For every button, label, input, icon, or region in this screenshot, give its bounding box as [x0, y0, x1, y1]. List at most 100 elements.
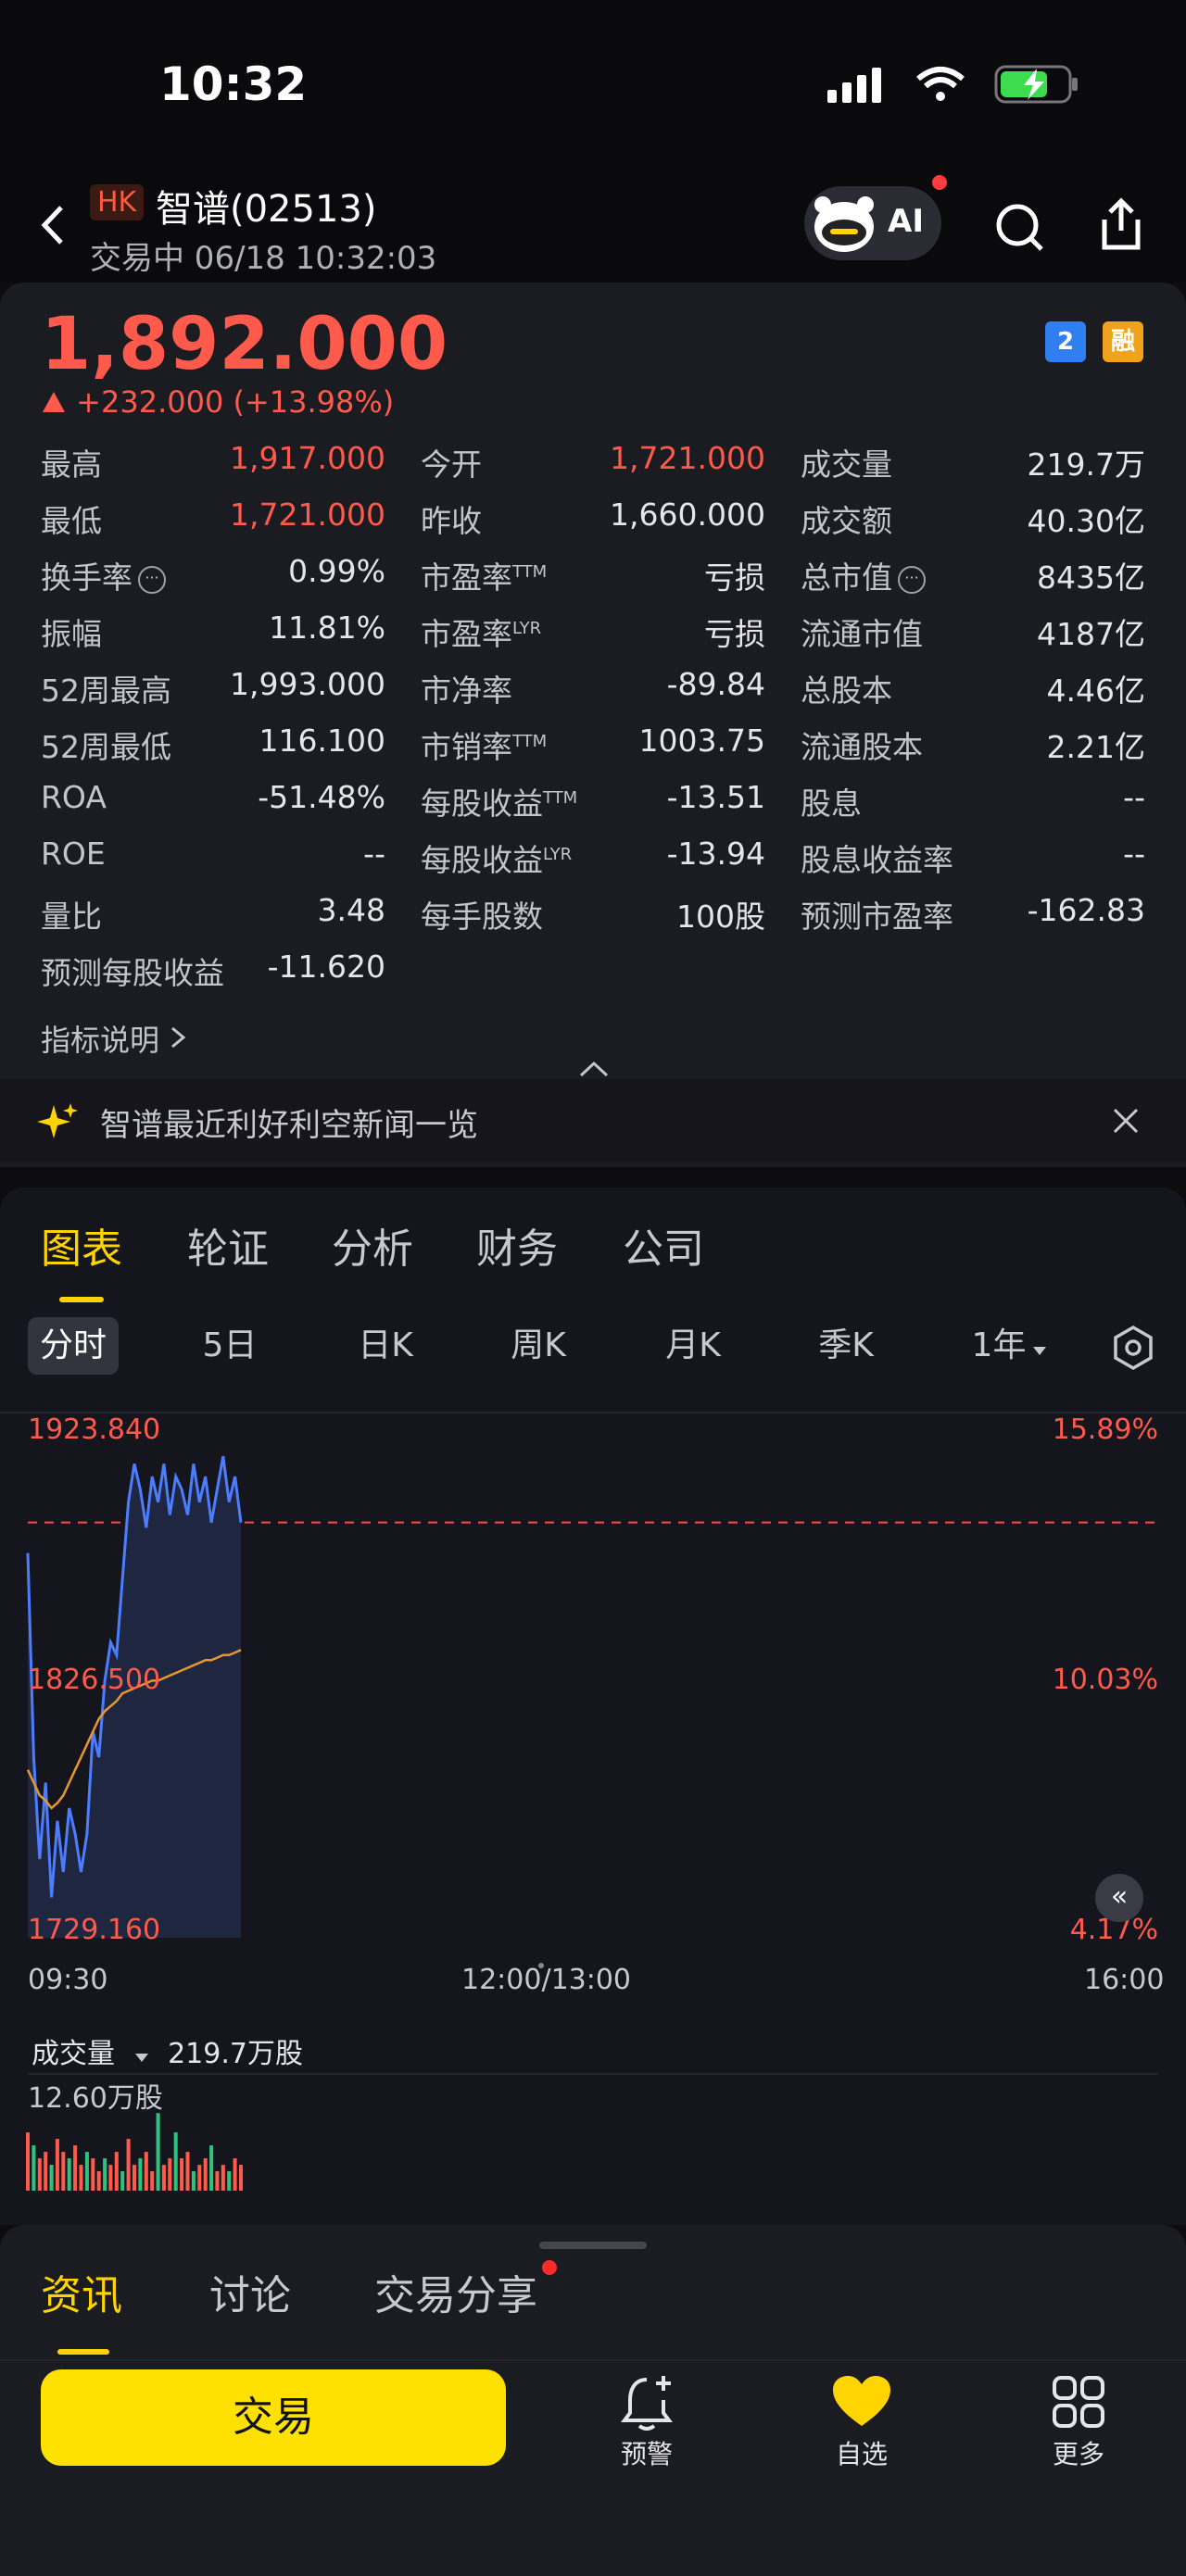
volume-bar: [185, 2152, 190, 2191]
ai-assistant-button[interactable]: AI: [804, 175, 947, 260]
news-banner[interactable]: 智谱最近利好利空新闻一览: [0, 1079, 1186, 1162]
ktab-weekly[interactable]: 周K: [494, 1317, 583, 1375]
volume-bar: [120, 2171, 125, 2191]
stock-name: 智谱(02513): [156, 188, 377, 231]
stat-label: 预测每股收益: [41, 955, 224, 991]
stat-suffix: LYR: [543, 845, 573, 864]
search-icon[interactable]: [993, 201, 1045, 253]
intraday-chart[interactable]: [0, 1412, 1186, 2042]
stat-value: 8435亿: [1037, 559, 1145, 596]
volume-bar: [32, 2145, 36, 2191]
volume-bar: [49, 2165, 54, 2191]
ktab-1year[interactable]: 1年: [964, 1317, 1056, 1375]
ktab-monthly[interactable]: 月K: [649, 1317, 738, 1375]
stats-grid: 最高 1,917.000 今开 1,721.000 成交量 219.7万 最低 1,721.0…: [41, 440, 1145, 1005]
stat-label: 每股收益LYR: [421, 842, 573, 878]
collapse-chart-button[interactable]: «: [1095, 1874, 1143, 1922]
volume-bar: [215, 2171, 220, 2191]
heart-icon: [833, 2376, 890, 2426]
stat-value: -51.48%: [258, 779, 385, 815]
tab-chart[interactable]: 图表: [41, 1215, 122, 1275]
lightning-badge[interactable]: 2: [1045, 321, 1086, 362]
dropdown-icon: [134, 2054, 148, 2062]
ktab-5day[interactable]: 5日: [185, 1317, 274, 1375]
stat-label: 振幅: [41, 616, 102, 652]
stat-value: 1,917.000: [230, 440, 385, 476]
tab-discussion[interactable]: 讨论: [209, 2262, 291, 2321]
settings-icon[interactable]: [1110, 1325, 1156, 1371]
stat-value: 1,660.000: [610, 496, 765, 533]
stats-row: ROE -- 每股收益LYR -13.94 股息收益率 --: [41, 836, 1145, 892]
stat-value: 4.46亿: [1046, 672, 1145, 709]
volume-bar: [197, 2165, 202, 2191]
stat-label: 成交额: [801, 503, 892, 539]
stat-value: 1,993.000: [230, 666, 385, 702]
trading-status: 交易中 06/18 10:32:03: [90, 240, 437, 277]
stock-header: HK 智谱(02513) 交易中 06/18 10:32:03 AI: [0, 171, 1186, 283]
tab-warrants[interactable]: 轮证: [187, 1215, 269, 1275]
tab-news[interactable]: 资讯: [41, 2262, 122, 2321]
more-button[interactable]: 更多: [1023, 2369, 1134, 2471]
stat-value: 11.81%: [269, 609, 385, 646]
wifi-icon: [916, 67, 965, 101]
stats-row: 预测每股收益 -11.620: [41, 949, 1145, 1005]
info-icon[interactable]: ···: [898, 565, 926, 594]
stat-value: 0.99%: [288, 553, 385, 589]
indicator-explain-link[interactable]: 指标说明: [41, 1017, 187, 1060]
stat-value: -11.620: [267, 949, 385, 985]
stat-label: 预测市盈率: [801, 898, 953, 935]
stat-label: 总市值 ···: [801, 553, 926, 597]
volume-bar: [67, 2158, 71, 2191]
ktab-intraday[interactable]: 分时: [28, 1317, 119, 1375]
share-icon[interactable]: [1097, 197, 1145, 253]
stat-value: 3.48: [317, 892, 385, 928]
stat-label: 总股本: [801, 672, 892, 709]
volume-bar: [84, 2152, 89, 2191]
ktab-quarterly[interactable]: 季K: [801, 1317, 890, 1375]
quote-panel: 1,892.000 +232.000 (+13.98%) 2 融 最高 1,917…: [0, 283, 1186, 1167]
stat-suffix: LYR: [512, 619, 542, 638]
tab-financials[interactable]: 财务: [476, 1215, 558, 1275]
stat-value: --: [1123, 779, 1145, 815]
ktab-daily[interactable]: 日K: [341, 1317, 430, 1375]
stat-label: ROA: [41, 779, 107, 815]
close-icon[interactable]: [1112, 1107, 1140, 1135]
stat-label: 每股收益TTM: [421, 785, 578, 822]
grid-icon: [1053, 2376, 1104, 2428]
back-icon[interactable]: [35, 202, 69, 248]
stats-row: 52周最高 1,993.000 市净率 -89.84 总股本 4.46亿: [41, 666, 1145, 723]
stat-label: 股息收益率: [801, 842, 953, 878]
stat-value: 1,721.000: [230, 496, 385, 533]
stats-row: 52周最低 116.100 市销率TTM 1003.75 流通股本 2.21亿: [41, 723, 1145, 779]
price-change-value: +232.000 (+13.98%): [76, 384, 395, 420]
trade-button[interactable]: 交易: [41, 2369, 506, 2466]
battery-charging-icon: [994, 65, 1078, 104]
chart-section: 图表 轮证 分析 财务 公司 分时 5日 日K 周K 月K 季K 1年 1923…: [0, 1187, 1186, 2225]
volume-bar: [138, 2158, 143, 2191]
collapse-chevron-icon[interactable]: [578, 1059, 610, 1079]
stats-row: 量比 3.48 每手股数 100股 预测市盈率 -162.83: [41, 892, 1145, 949]
tab-indicator: [59, 1297, 104, 1302]
volume-bar: [126, 2139, 131, 2191]
volume-bar: [91, 2158, 95, 2191]
tab-analysis[interactable]: 分析: [332, 1215, 413, 1275]
stat-label: 最低: [41, 503, 102, 539]
chevron-right-icon: [171, 1026, 186, 1049]
status-icons: [827, 65, 1079, 104]
volume-bar: [144, 2152, 148, 2191]
stat-label: 市净率: [421, 672, 512, 709]
stat-label: 市盈率LYR: [421, 616, 542, 652]
drag-handle[interactable]: [539, 2242, 647, 2249]
volume-chart: [26, 2073, 1158, 2191]
stat-label: ROE: [41, 836, 106, 872]
margin-badge[interactable]: 融: [1103, 321, 1143, 362]
status-time: 10:32: [159, 57, 308, 111]
volume-selector[interactable]: 成交量 219.7万股: [32, 2030, 303, 2071]
watchlist-button[interactable]: 自选: [806, 2369, 917, 2471]
stat-label: 每手股数: [421, 898, 543, 935]
tab-trade-share[interactable]: 交易分享: [374, 2262, 537, 2321]
stat-label: 52周最低: [41, 729, 171, 765]
tab-company[interactable]: 公司: [623, 1215, 704, 1275]
info-icon[interactable]: ···: [138, 565, 166, 594]
alert-button[interactable]: 预警: [591, 2369, 702, 2471]
